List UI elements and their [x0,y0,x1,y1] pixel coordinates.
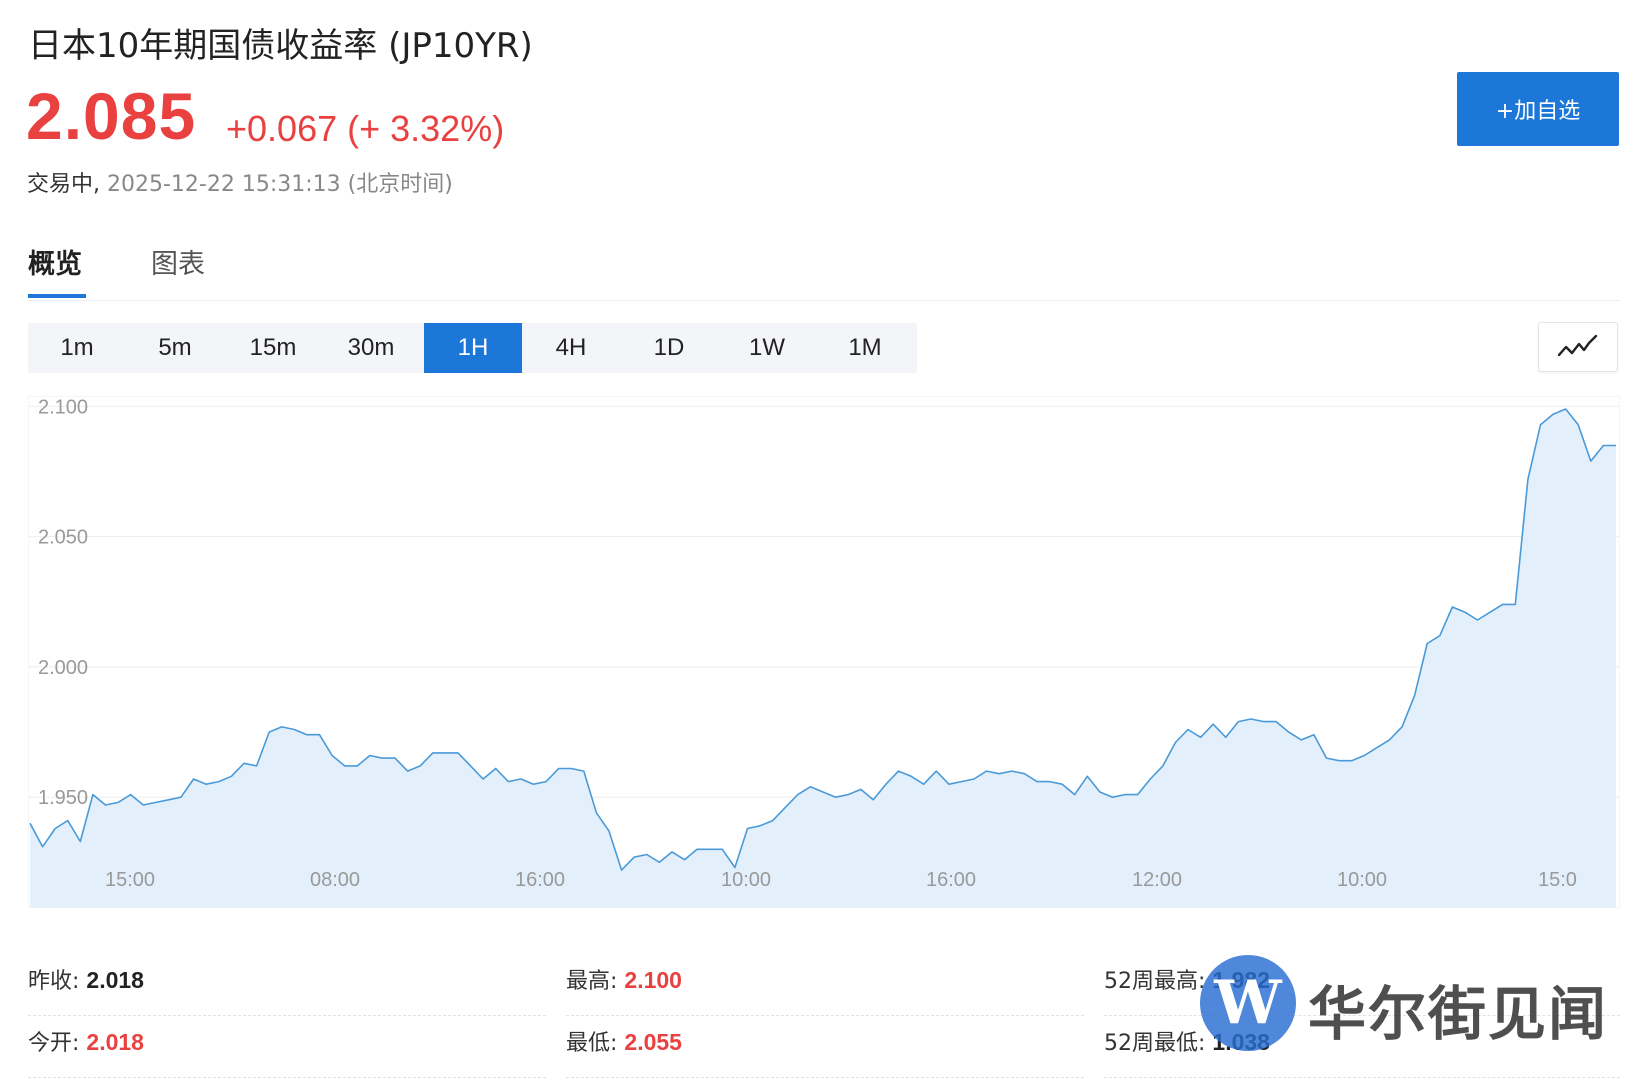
timeframe-30m[interactable]: 30m [322,323,420,373]
tab-bar: 概览 图表 [28,230,1620,301]
low-value: 2.055 [624,1029,682,1055]
timeframe-4h[interactable]: 4H [522,323,620,373]
x-tick-label: 16:00 [515,869,565,891]
wk52-low-value: 1.038 [1212,1029,1270,1055]
y-tick-label: 1.950 [38,787,88,809]
prev-close-value: 2.018 [86,967,144,993]
timeframe-1d[interactable]: 1D [620,323,718,373]
timeframe-selector: 1m 5m 15m 30m 1H 4H 1D 1W 1M [28,323,917,373]
tab-chart[interactable]: 图表 [151,242,205,281]
wk52-high-label: 52周最高: [1104,969,1206,994]
chart-type-button[interactable] [1538,322,1618,372]
stats-panel: 昨收: 2.018 今开: 2.018 最高: 2.100 最低: 2.055 … [28,955,1620,1080]
line-chart-icon [1557,334,1598,357]
timeframe-1m[interactable]: 1m [28,323,126,373]
timeframe-1mo[interactable]: 1M [816,323,914,373]
wk52-low-label: 52周最低: [1104,1031,1206,1056]
x-tick-label: 10:00 [721,869,771,891]
prev-close-label: 昨收: [28,969,80,994]
current-price: 2.085 [26,79,197,153]
x-tick-label: 12:00 [1132,869,1182,891]
open-label: 今开: [28,1031,80,1056]
timeframe-15m[interactable]: 15m [224,323,322,373]
x-tick-label: 15:0 [1538,869,1577,891]
stat-low: 最低: 2.055 [566,1017,1084,1078]
page-title: 日本10年期国债收益率 (JP10YR) [28,26,533,66]
y-tick-label: 2.000 [38,657,88,679]
tab-overview[interactable]: 概览 [28,242,82,281]
x-tick-label: 16:00 [926,869,976,891]
trading-status: 交易中, 2025-12-22 15:31:13 (北京时间) [27,166,453,198]
stat-52wk-high: 52周最高: 1.982 [1104,955,1620,1016]
y-tick-label: 2.050 [38,527,88,549]
timeframe-5m[interactable]: 5m [126,323,224,373]
active-tab-indicator [28,294,86,298]
timeframe-1w[interactable]: 1W [718,323,816,373]
add-watchlist-button[interactable]: +加自选 [1457,72,1619,146]
high-value: 2.100 [624,967,682,993]
x-tick-label: 15:00 [105,869,155,891]
wk52-high-value: 1.982 [1212,967,1270,993]
stat-open: 今开: 2.018 [28,1017,546,1078]
status-label: 交易中, [27,172,100,197]
stat-52wk-low: 52周最低: 1.038 [1104,1017,1620,1078]
stat-high: 最高: 2.100 [566,955,1084,1016]
x-tick-label: 10:00 [1337,869,1387,891]
timeframe-1h[interactable]: 1H [424,323,522,373]
status-timestamp: 2025-12-22 15:31:13 (北京时间) [107,172,453,197]
price-change: +0.067 (+ 3.32%) [226,108,505,149]
low-label: 最低: [566,1031,618,1056]
high-label: 最高: [566,969,618,994]
yield-chart[interactable]: 2.100 2.050 2.000 1.950 15:00 08:00 16:00 10:00… [28,396,1620,908]
y-tick-label: 2.100 [38,396,88,418]
open-value: 2.018 [86,1029,144,1055]
stat-prev-close: 昨收: 2.018 [28,955,546,1016]
x-tick-label: 08:00 [310,869,360,891]
